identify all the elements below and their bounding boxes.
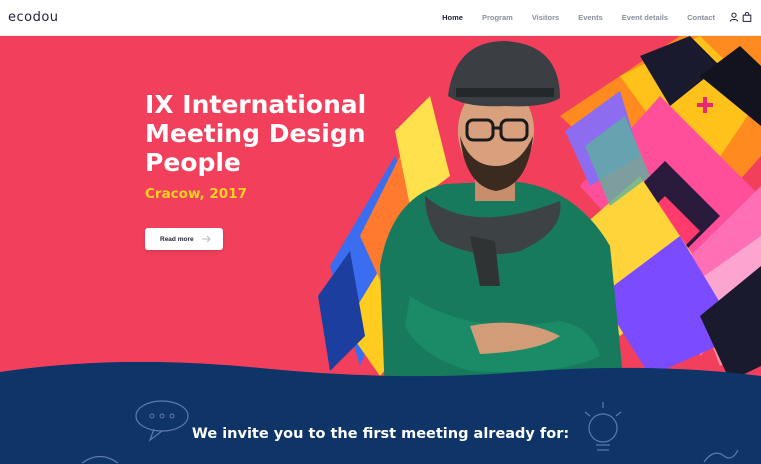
read-more-button[interactable]: Read more — [145, 228, 223, 250]
nav-item-contact[interactable]: Contact — [687, 13, 715, 22]
main-nav: Home Program Visitors Events Event detai… — [423, 13, 715, 22]
hero-title: IX International Meeting Design People — [145, 90, 367, 177]
wave-shape — [0, 362, 761, 464]
hero-subtitle: Cracow, 2017 — [145, 186, 247, 202]
bag-icon[interactable] — [742, 12, 752, 22]
sketch-doodle-icon — [703, 449, 739, 463]
nav-item-home[interactable]: Home — [442, 13, 463, 22]
nav-item-event-details[interactable]: Event details — [622, 13, 668, 22]
arrow-right-icon — [202, 235, 211, 243]
user-icon[interactable] — [729, 12, 739, 22]
invite-section — [0, 362, 761, 464]
read-more-label: Read more — [160, 235, 194, 243]
speaker-photo — [380, 41, 625, 396]
hero-section: IX International Meeting Design People C… — [0, 36, 761, 396]
site-logo[interactable]: ecodou — [8, 10, 59, 25]
invite-heading: We invite you to the first meeting alrea… — [191, 426, 570, 442]
nav-item-program[interactable]: Program — [482, 13, 513, 22]
nav-item-events[interactable]: Events — [578, 13, 603, 22]
nav-item-visitors[interactable]: Visitors — [532, 13, 559, 22]
swirl-doodle-icon — [81, 455, 119, 464]
site-header: ecodou Home Program Visitors Events Even… — [0, 0, 761, 36]
